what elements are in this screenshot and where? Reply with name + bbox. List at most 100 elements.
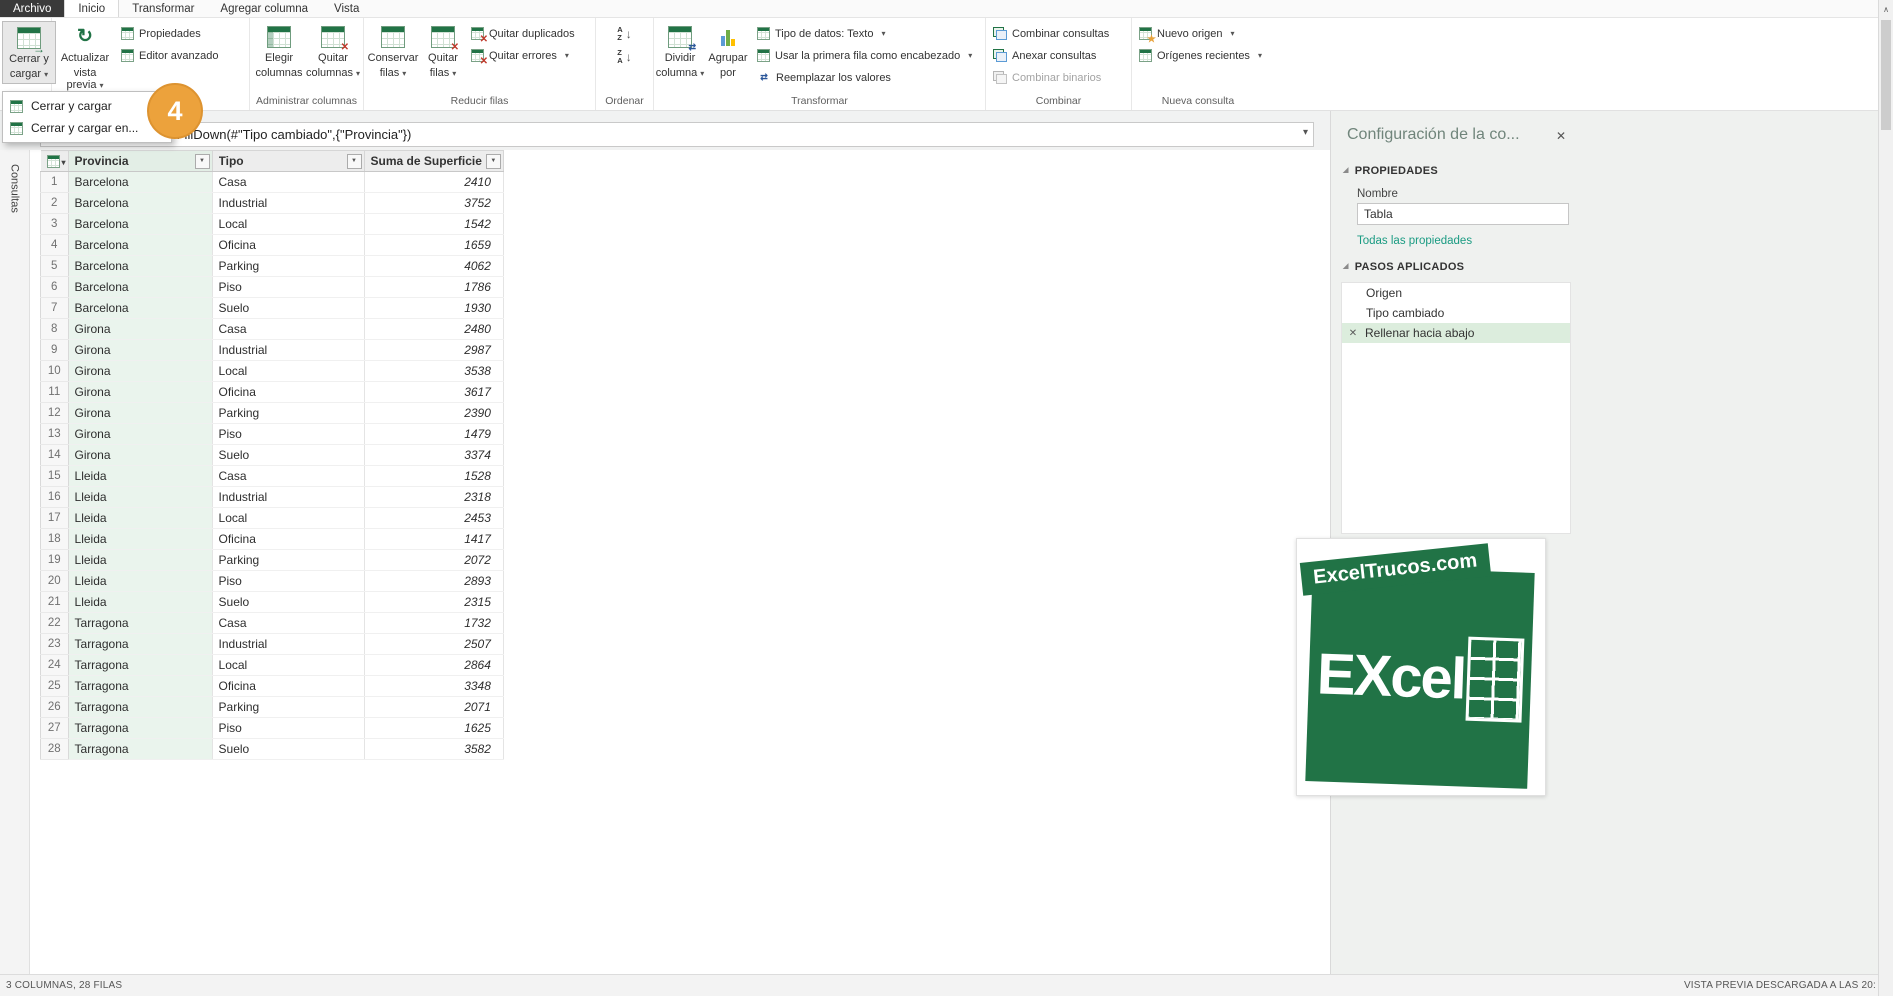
cell-provincia[interactable]: Girona (68, 319, 212, 340)
delete-step-icon[interactable] (1346, 328, 1360, 339)
row-number-cell[interactable]: 9 (41, 340, 69, 361)
cell-tipo[interactable]: Piso (212, 424, 364, 445)
cell-tipo[interactable]: Suelo (212, 298, 364, 319)
cell-tipo[interactable]: Oficina (212, 235, 364, 256)
cell-superficie[interactable]: 3617 (364, 382, 503, 403)
row-number-cell[interactable]: 25 (41, 676, 69, 697)
group-by-button[interactable]: Agrupar por (704, 21, 752, 81)
sort-descending-button[interactable] (612, 46, 636, 68)
cell-tipo[interactable]: Industrial (212, 634, 364, 655)
step-tipo-cambiado[interactable]: Tipo cambiado (1342, 303, 1570, 323)
cell-tipo[interactable]: Local (212, 655, 364, 676)
cell-tipo[interactable]: Piso (212, 277, 364, 298)
advanced-editor-button[interactable]: Editor avanzado (116, 45, 224, 66)
cell-superficie[interactable]: 3752 (364, 193, 503, 214)
cell-tipo[interactable]: Parking (212, 403, 364, 424)
filter-dropdown-icon[interactable] (486, 154, 501, 169)
split-column-button[interactable]: Dividir columna (656, 21, 704, 82)
cell-superficie[interactable]: 3538 (364, 361, 503, 382)
cell-superficie[interactable]: 2987 (364, 340, 503, 361)
row-number-cell[interactable]: 17 (41, 508, 69, 529)
cell-provincia[interactable]: Lleida (68, 529, 212, 550)
cell-provincia[interactable]: Barcelona (68, 214, 212, 235)
cell-provincia[interactable]: Lleida (68, 571, 212, 592)
row-number-cell[interactable]: 24 (41, 655, 69, 676)
tab-archivo[interactable]: Archivo (0, 0, 64, 17)
row-number-cell[interactable]: 7 (41, 298, 69, 319)
column-header-provincia[interactable]: Provincia (68, 151, 212, 172)
row-number-cell[interactable]: 13 (41, 424, 69, 445)
cell-superficie[interactable]: 1528 (364, 466, 503, 487)
keep-rows-button[interactable]: Conservar filas (366, 21, 420, 82)
step-rellenar-hacia-abajo[interactable]: Rellenar hacia abajo (1342, 323, 1570, 343)
cell-superficie[interactable]: 2480 (364, 319, 503, 340)
scroll-up-icon[interactable] (1879, 2, 1893, 16)
row-number-cell[interactable]: 2 (41, 193, 69, 214)
row-number-cell[interactable]: 19 (41, 550, 69, 571)
row-number-cell[interactable]: 11 (41, 382, 69, 403)
vertical-scrollbar[interactable] (1878, 0, 1893, 996)
cell-superficie[interactable]: 1625 (364, 718, 503, 739)
remove-duplicates-button[interactable]: ✕ Quitar duplicados (466, 23, 580, 44)
filter-dropdown-icon[interactable] (347, 154, 362, 169)
cell-superficie[interactable]: 1542 (364, 214, 503, 235)
cell-tipo[interactable]: Industrial (212, 487, 364, 508)
cell-tipo[interactable]: Oficina (212, 676, 364, 697)
sort-ascending-button[interactable] (612, 23, 636, 45)
cell-provincia[interactable]: Girona (68, 361, 212, 382)
row-number-cell[interactable]: 14 (41, 445, 69, 466)
cell-provincia[interactable]: Barcelona (68, 193, 212, 214)
cell-provincia[interactable]: Tarragona (68, 634, 212, 655)
filter-dropdown-icon[interactable] (195, 154, 210, 169)
cell-provincia[interactable]: Barcelona (68, 235, 212, 256)
remove-columns-button[interactable]: ✕ Quitar columnas (306, 21, 360, 82)
row-number-cell[interactable]: 28 (41, 739, 69, 760)
properties-section-header[interactable]: PROPIEDADES (1343, 165, 1438, 177)
remove-rows-button[interactable]: ✕ Quitar filas (420, 21, 466, 82)
replace-values-button[interactable]: Reemplazar los valores (752, 67, 977, 88)
row-number-cell[interactable]: 21 (41, 592, 69, 613)
row-number-cell[interactable]: 4 (41, 235, 69, 256)
cell-superficie[interactable]: 2071 (364, 697, 503, 718)
cell-tipo[interactable]: Piso (212, 571, 364, 592)
cell-provincia[interactable]: Girona (68, 403, 212, 424)
cell-provincia[interactable]: Girona (68, 424, 212, 445)
cell-provincia[interactable]: Barcelona (68, 256, 212, 277)
choose-columns-button[interactable]: Elegir columnas (252, 21, 306, 81)
row-number-cell[interactable]: 27 (41, 718, 69, 739)
row-number-cell[interactable]: 6 (41, 277, 69, 298)
recent-sources-button[interactable]: Orígenes recientes (1134, 45, 1267, 66)
cell-superficie[interactable]: 2315 (364, 592, 503, 613)
cell-provincia[interactable]: Girona (68, 445, 212, 466)
row-number-cell[interactable]: 10 (41, 361, 69, 382)
all-properties-link[interactable]: Todas las propiedades (1357, 235, 1472, 247)
cell-tipo[interactable]: Oficina (212, 382, 364, 403)
row-number-cell[interactable]: 12 (41, 403, 69, 424)
cell-provincia[interactable]: Tarragona (68, 676, 212, 697)
cell-tipo[interactable]: Parking (212, 550, 364, 571)
cell-tipo[interactable]: Piso (212, 718, 364, 739)
cell-superficie[interactable]: 2893 (364, 571, 503, 592)
row-number-cell[interactable]: 3 (41, 214, 69, 235)
cell-provincia[interactable]: Lleida (68, 508, 212, 529)
cell-provincia[interactable]: Lleida (68, 466, 212, 487)
cell-superficie[interactable]: 1479 (364, 424, 503, 445)
formula-bar-input[interactable] (40, 122, 1314, 147)
tab-inicio[interactable]: Inicio (64, 0, 119, 17)
cell-provincia[interactable]: Lleida (68, 592, 212, 613)
cell-tipo[interactable]: Local (212, 361, 364, 382)
scrollbar-thumb[interactable] (1881, 20, 1891, 130)
cell-superficie[interactable]: 3374 (364, 445, 503, 466)
cell-tipo[interactable]: Industrial (212, 193, 364, 214)
data-type-button[interactable]: Tipo de datos: Texto (752, 23, 977, 44)
cell-tipo[interactable]: Parking (212, 697, 364, 718)
cell-provincia[interactable]: Tarragona (68, 655, 212, 676)
cell-superficie[interactable]: 1786 (364, 277, 503, 298)
cell-tipo[interactable]: Suelo (212, 445, 364, 466)
cell-tipo[interactable]: Suelo (212, 592, 364, 613)
cell-provincia[interactable]: Girona (68, 382, 212, 403)
cell-provincia[interactable]: Tarragona (68, 613, 212, 634)
cell-superficie[interactable]: 1659 (364, 235, 503, 256)
applied-steps-section-header[interactable]: PASOS APLICADOS (1343, 261, 1464, 273)
cell-superficie[interactable]: 2072 (364, 550, 503, 571)
